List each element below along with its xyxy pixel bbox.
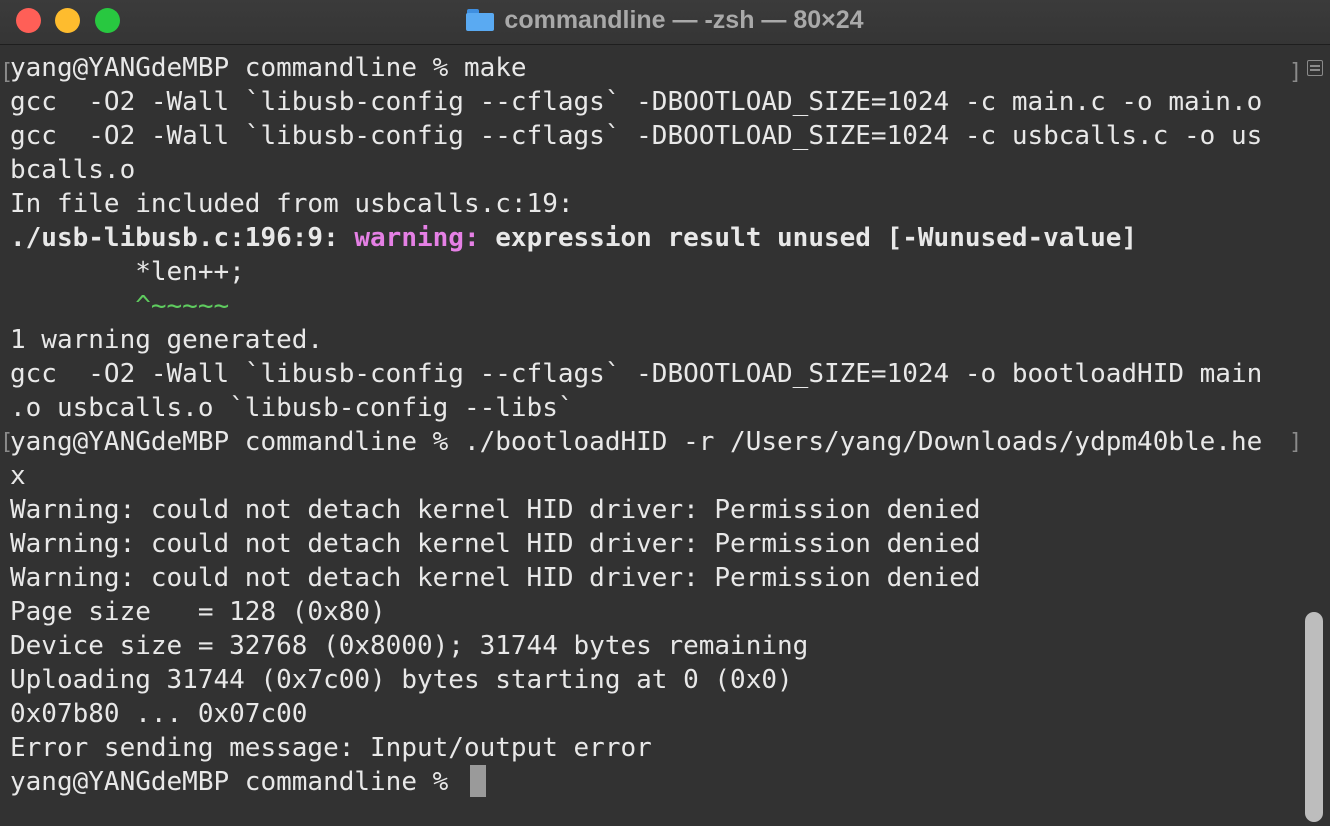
- title-bar[interactable]: commandline — -zsh — 80×24: [0, 0, 1330, 45]
- folder-icon: [466, 9, 495, 31]
- terminal-line: yang@YANGdeMBP commandline % make: [10, 53, 527, 83]
- prompt-mark-right: ]: [1289, 430, 1303, 455]
- prompt-mark-left: [: [0, 60, 14, 85]
- terminal-line: x: [10, 461, 26, 491]
- terminal-line: yang@YANGdeMBP commandline % ./bootloadH…: [10, 427, 1263, 457]
- terminal-line: gcc -O2 -Wall `libusb-config --cflags` -…: [10, 359, 1263, 389]
- terminal-line: gcc -O2 -Wall `libusb-config --cflags` -…: [10, 121, 1263, 151]
- terminal-line: Warning: could not detach kernel HID dri…: [10, 529, 981, 559]
- terminal-line: Error sending message: Input/output erro…: [10, 733, 652, 763]
- vertical-scrollbar[interactable]: [1305, 612, 1323, 822]
- terminal-line: Page size = 128 (0x80): [10, 597, 386, 627]
- terminal-line: 0x07b80 ... 0x07c00: [10, 699, 308, 729]
- window-title-group: commandline — -zsh — 80×24: [0, 0, 1330, 40]
- terminal-line: bcalls.o: [10, 155, 136, 185]
- text-cursor: [469, 764, 486, 797]
- terminal-content[interactable]: [ ] [ ] yang@YANGdeMBP commandline % mak…: [0, 45, 1330, 826]
- prompt-mark-left: [: [0, 430, 14, 455]
- warning-message: expression result unused [-Wunused-value…: [479, 223, 1138, 253]
- warning-line: ./usb-libusb.c:196:9: warning: expressio…: [10, 221, 1262, 255]
- terminal-line: *len++;: [10, 257, 245, 287]
- warning-location: ./usb-libusb.c:196:9:: [10, 223, 355, 253]
- terminal-line: 1 warning generated.: [10, 325, 324, 355]
- prompt-mark-right: ]: [1289, 60, 1303, 85]
- terminal-output: yang@YANGdeMBP commandline % make gcc -O…: [10, 51, 1262, 799]
- terminal-line: Device size = 32768 (0x8000); 31744 byte…: [10, 631, 809, 661]
- caret-marker-line: ^~~~~~: [10, 291, 230, 321]
- terminal-window: commandline — -zsh — 80×24 [ ] [ ] yang@…: [0, 0, 1330, 826]
- warning-label: warning:: [354, 223, 480, 253]
- prompt-text: yang@YANGdeMBP commandline %: [10, 767, 464, 797]
- terminal-line: Uploading 31744 (0x7c00) bytes starting …: [10, 665, 793, 695]
- terminal-line: In file included from usbcalls.c:19:: [10, 189, 574, 219]
- terminal-line: .o usbcalls.o `libusb-config --libs`: [10, 393, 574, 423]
- terminal-line: Warning: could not detach kernel HID dri…: [10, 563, 981, 593]
- current-prompt-line[interactable]: yang@YANGdeMBP commandline %: [10, 764, 1262, 799]
- window-title: commandline — -zsh — 80×24: [504, 5, 864, 34]
- terminal-line: Warning: could not detach kernel HID dri…: [10, 495, 981, 525]
- split-pane-icon[interactable]: [1307, 60, 1323, 76]
- terminal-line: gcc -O2 -Wall `libusb-config --cflags` -…: [10, 87, 1263, 117]
